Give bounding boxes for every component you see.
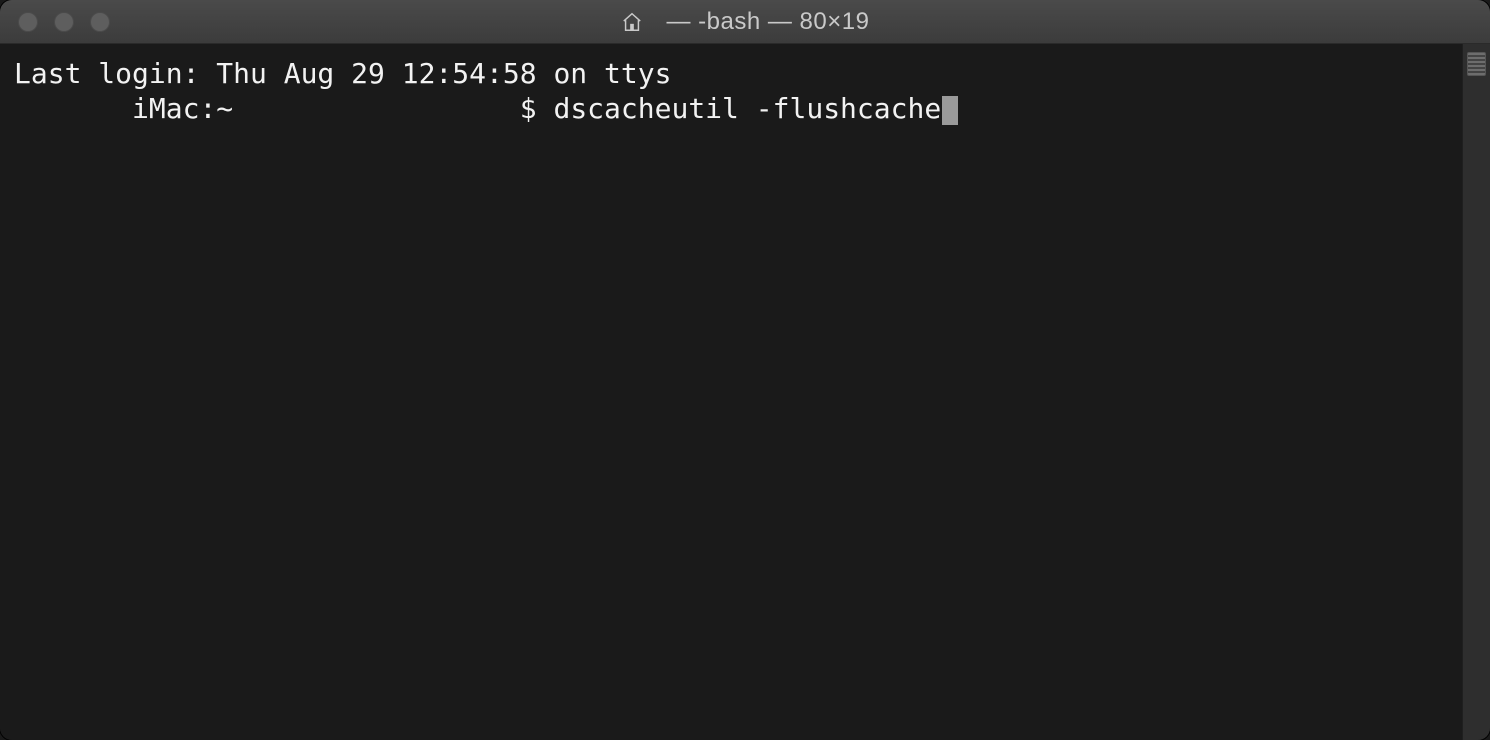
prompt-line: iMac:~ $ dscacheutil -flushcache [14, 91, 1450, 126]
terminal-window: — -bash — 80×19 Last login: Thu Aug 29 1… [0, 0, 1490, 740]
window-title: — -bash — 80×19 [667, 8, 870, 36]
home-icon [621, 11, 643, 33]
titlebar[interactable]: — -bash — 80×19 [0, 0, 1490, 44]
window-title-group: — -bash — 80×19 [0, 8, 1490, 36]
prompt-symbol: $ [520, 92, 554, 125]
prompt-host: iMac:~ [132, 92, 233, 125]
terminal-body[interactable]: Last login: Thu Aug 29 12:54:58 on ttys … [0, 44, 1462, 740]
traffic-lights [0, 12, 110, 32]
cursor [942, 96, 958, 125]
minimize-button[interactable] [54, 12, 74, 32]
terminal-body-wrap: Last login: Thu Aug 29 12:54:58 on ttys … [0, 44, 1490, 740]
prompt-prefix-spaces [14, 92, 132, 125]
close-button[interactable] [18, 12, 38, 32]
prompt-gap [233, 92, 520, 125]
command-text: dscacheutil -flushcache [553, 92, 941, 125]
last-login-line: Last login: Thu Aug 29 12:54:58 on ttys [14, 56, 1450, 91]
zoom-button[interactable] [90, 12, 110, 32]
scrollbar-track[interactable] [1462, 44, 1490, 740]
scrollbar-thumb[interactable] [1467, 52, 1486, 76]
